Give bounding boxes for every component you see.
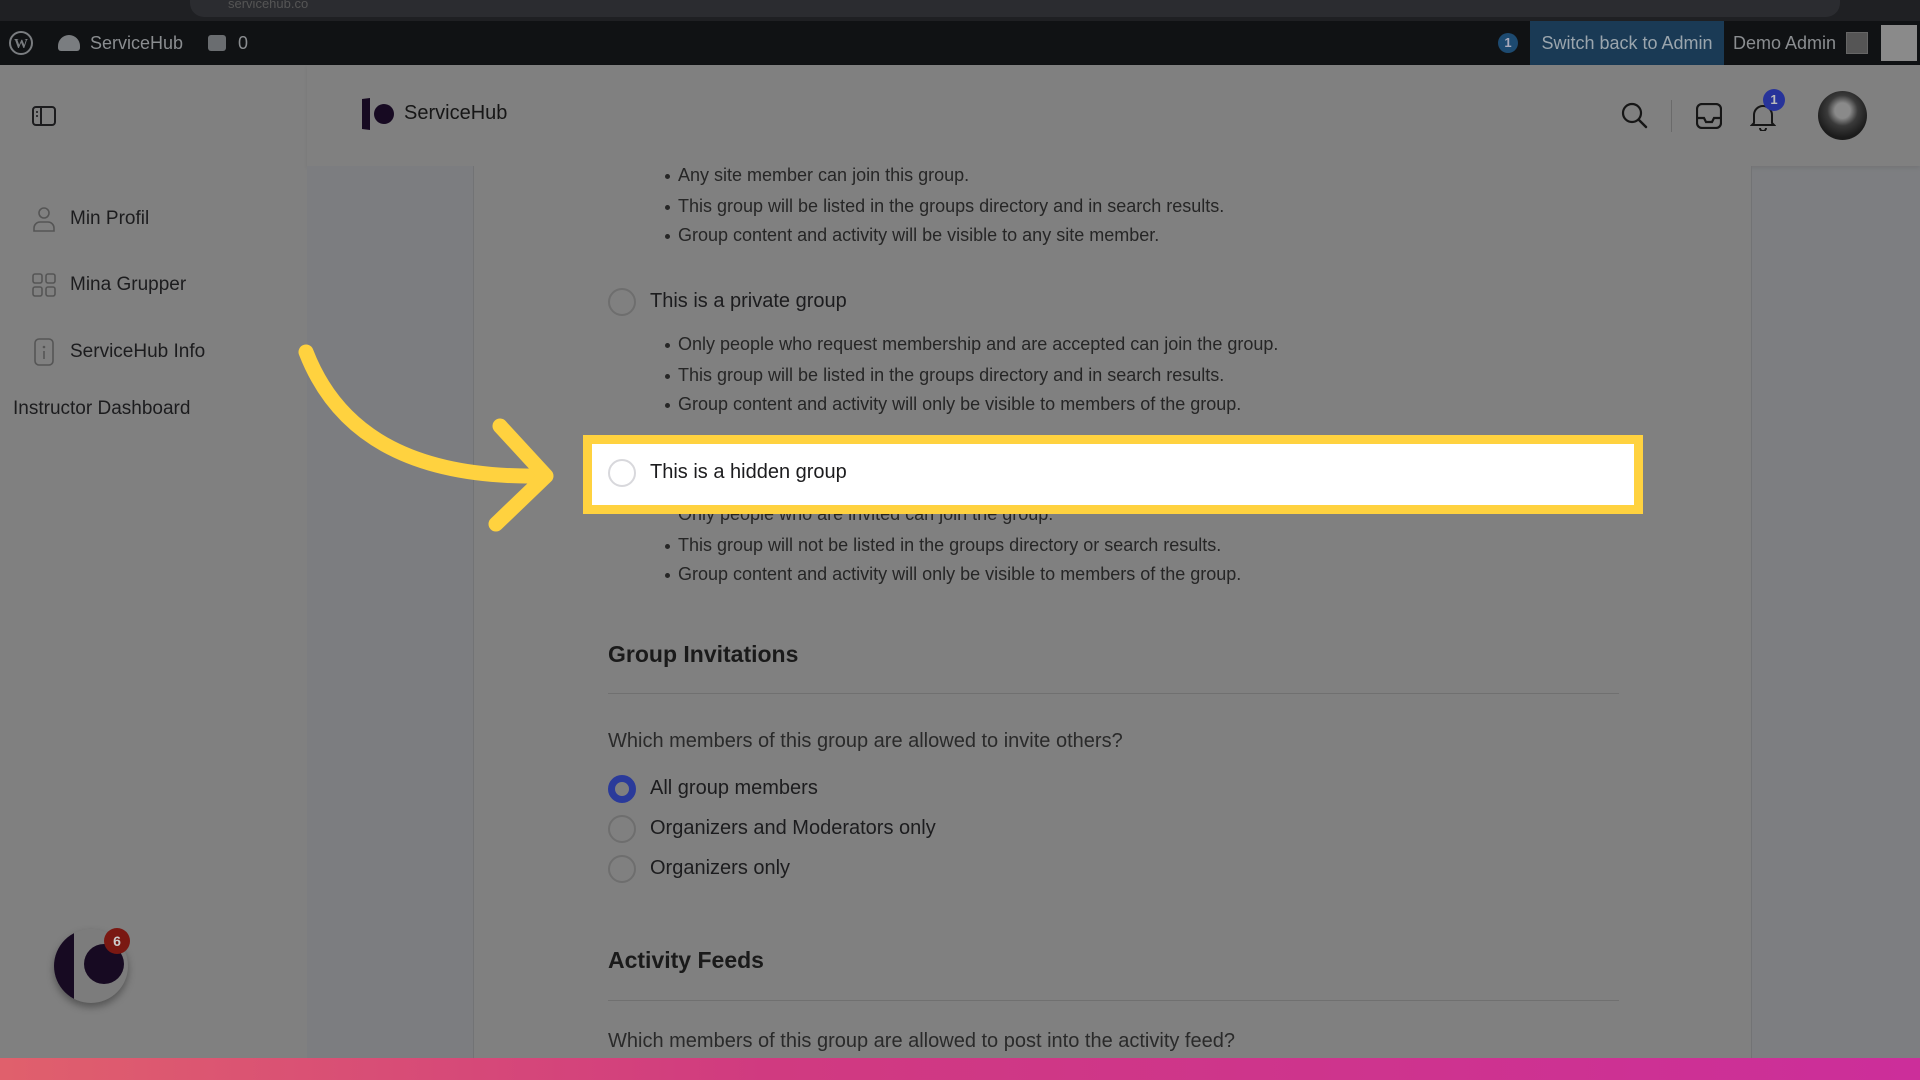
invite-organizers-moderators-radio[interactable] — [608, 815, 636, 843]
arrow-annotation — [298, 344, 554, 532]
invite-option-label[interactable]: All group members — [650, 777, 818, 800]
invite-all-members-radio[interactable] — [608, 775, 636, 803]
invite-option-label[interactable]: Organizers only — [650, 857, 790, 880]
group-invitations-heading: Group Invitations — [608, 641, 799, 667]
activity-feeds-heading: Activity Feeds — [608, 947, 764, 973]
invitations-question: Which members of this group are allowed … — [608, 730, 1123, 752]
activity-question: Which members of this group are allowed … — [608, 1030, 1235, 1052]
bottom-gradient-bar — [0, 1058, 1920, 1080]
divider — [608, 1000, 1619, 1001]
invite-organizers-only-radio[interactable] — [608, 855, 636, 883]
divider — [608, 693, 1619, 694]
invite-option-label[interactable]: Organizers and Moderators only — [650, 817, 936, 840]
